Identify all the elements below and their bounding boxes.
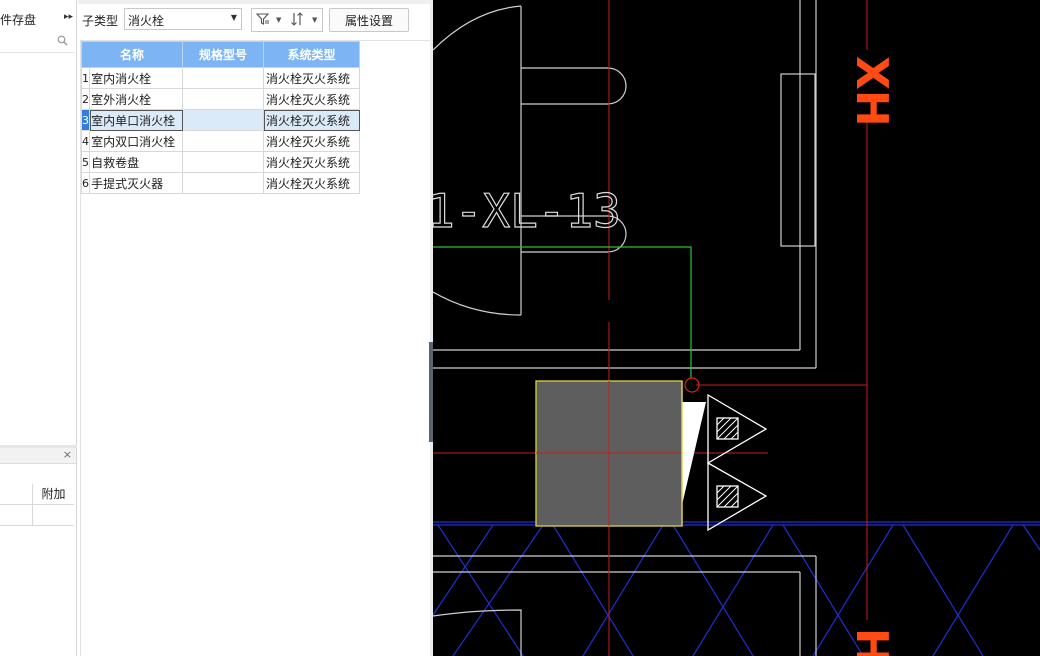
column-header-spec[interactable]: 规格型号: [182, 41, 264, 68]
column-header-system[interactable]: 系统类型: [263, 41, 360, 68]
subtype-select-value: 消火栓: [128, 14, 165, 28]
cell-name[interactable]: 室外消火栓: [89, 88, 183, 110]
cell-spec[interactable]: [182, 67, 264, 89]
subtype-label: 子类型: [82, 14, 119, 28]
chevron-down-icon[interactable]: ▼: [312, 16, 317, 24]
subtype-select[interactable]: 消火栓 ▼: [124, 8, 242, 30]
cell-name[interactable]: 室内双口消火栓: [89, 130, 183, 152]
cad-drawing: 1-XL-13 XH H: [433, 0, 1040, 656]
cell-system-type[interactable]: 消火栓灭火系统: [263, 88, 360, 110]
property-settings-button[interactable]: 属性设置: [329, 8, 409, 32]
component-properties-panel: 子类型 消火栓 ▼ ▼ ▼ 属性设置 名称 规格型号 系统类型 1 室内消火栓消火…: [78, 0, 430, 656]
hydrant-symbol: [707, 393, 768, 532]
red-axis-lines: [433, 0, 868, 656]
row-index[interactable]: 5: [80, 151, 91, 173]
filter-icon[interactable]: [255, 12, 270, 30]
close-icon[interactable]: ×: [63, 448, 72, 461]
column-header-name[interactable]: 名称: [81, 41, 183, 68]
component-type-table: 名称 规格型号 系统类型 1 室内消火栓 消火栓灭火系统 2 室外消火栓 消火栓灭火系统 3…: [80, 41, 360, 194]
search-icon[interactable]: [57, 35, 68, 49]
left-panel: 件存盘 ▸▸ × 附加: [0, 0, 77, 656]
table-row[interactable]: 3 室内单口消火栓 消火栓灭火系统: [80, 109, 360, 131]
row-index[interactable]: 6: [80, 172, 91, 194]
table-row[interactable]: 4 室内双口消火栓 消火栓灭火系统: [80, 130, 360, 152]
cell-system-type[interactable]: 消火栓灭火系统: [263, 151, 360, 173]
table-header-row: 名称 规格型号 系统类型: [81, 41, 360, 68]
cad-drawing-canvas[interactable]: 1-XL-13 XH H: [433, 0, 1040, 656]
cell-system-type[interactable]: 消火栓灭火系统: [263, 109, 360, 131]
table-row[interactable]: 6 手提式灭火器 消火栓灭火系统: [80, 172, 360, 194]
row-index[interactable]: 4: [80, 130, 91, 152]
column-header-attach: 附加: [41, 487, 66, 501]
row-index[interactable]: 1: [80, 67, 91, 89]
file-save-tab-label: 件存盘: [0, 13, 37, 27]
table-row[interactable]: 1 室内消火栓 消火栓灭火系统: [80, 67, 360, 89]
cell-system-type[interactable]: 消火栓灭火系统: [263, 67, 360, 89]
chevron-down-icon[interactable]: ▼: [276, 16, 281, 24]
row-index[interactable]: 2: [80, 88, 91, 110]
table-row[interactable]: 2 室外消火栓 消火栓灭火系统: [80, 88, 360, 110]
left-sub-panel-header: ×: [0, 448, 76, 464]
pipe-label-xl: 1-XL-13: [433, 184, 621, 238]
cell-name[interactable]: 室内消火栓: [89, 67, 183, 89]
cell-spec[interactable]: [182, 172, 264, 194]
cell-spec[interactable]: [182, 151, 264, 173]
blue-hatch: [433, 521, 1040, 656]
axis-label-xh: XH: [846, 56, 897, 127]
cell-name[interactable]: 自救卷盘: [89, 151, 183, 173]
cell-spec[interactable]: [182, 109, 264, 131]
axis-label-xh-bottom: H: [846, 628, 897, 656]
cell-system-type[interactable]: 消火栓灭火系统: [263, 130, 360, 152]
row-index[interactable]: 3: [80, 109, 91, 131]
table-row: 附加: [0, 484, 74, 505]
cell-name[interactable]: 室内单口消火栓: [89, 109, 183, 131]
left-sub-table: 附加: [0, 484, 74, 526]
cell-name[interactable]: 手提式灭火器: [89, 172, 183, 194]
file-save-tab[interactable]: 件存盘 ▸▸: [0, 8, 76, 30]
green-pipe: [433, 246, 692, 378]
sort-icon[interactable]: [290, 12, 304, 30]
chevron-down-icon: ▼: [230, 13, 237, 22]
expand-arrow-icon[interactable]: ▸▸: [64, 12, 73, 22]
cell-spec[interactable]: [182, 130, 264, 152]
hydrant-box[interactable]: [535, 377, 706, 527]
left-search-input[interactable]: [0, 33, 75, 53]
table-row[interactable]: 5 自救卷盘 消火栓灭火系统: [80, 151, 360, 173]
filter-sort-group[interactable]: ▼ ▼: [251, 8, 323, 32]
cell-system-type[interactable]: 消火栓灭火系统: [263, 172, 360, 194]
cell-spec[interactable]: [182, 88, 264, 110]
wall-lines: [433, 0, 817, 656]
table-row[interactable]: [0, 505, 74, 526]
